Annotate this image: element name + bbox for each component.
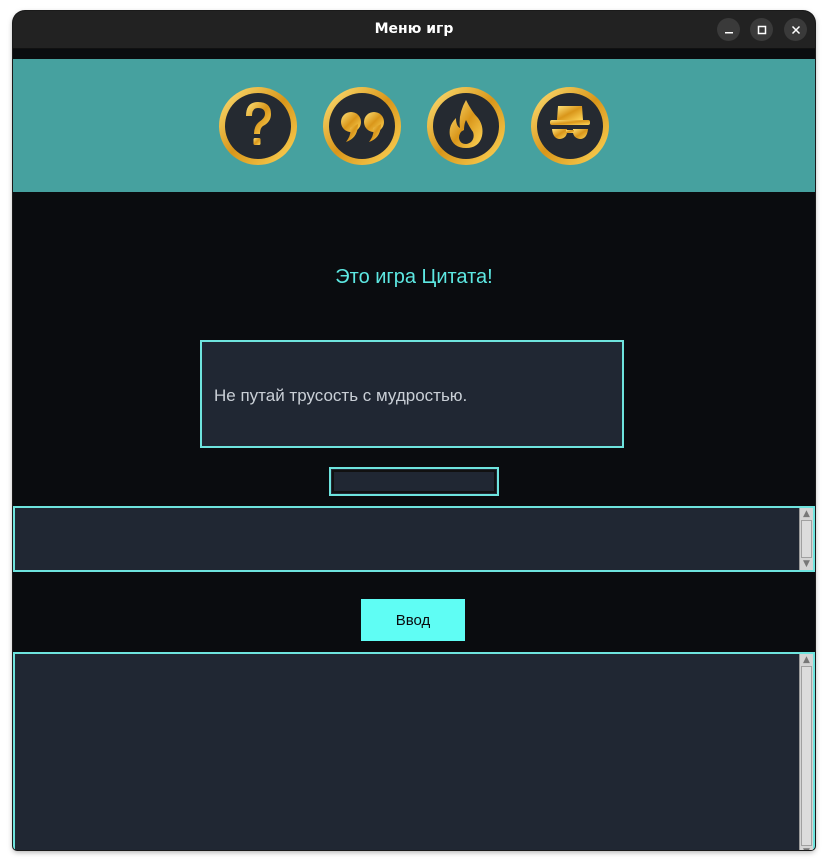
fire-icon bbox=[427, 87, 505, 165]
game-toolbar bbox=[13, 59, 815, 192]
game-heading: Это игра Цитата! bbox=[335, 266, 493, 288]
maximize-icon bbox=[757, 25, 766, 34]
submit-button[interactable]: Ввод bbox=[360, 598, 466, 642]
scroll-down-icon[interactable]: ▼ bbox=[800, 846, 813, 850]
output-textarea[interactable]: ▲ ▼ bbox=[13, 652, 815, 850]
menu-strip bbox=[13, 49, 815, 59]
quote-display: Не путай трусость с мудростью. bbox=[200, 340, 624, 448]
incognito-game-button[interactable] bbox=[530, 86, 610, 166]
question-mark-game-button[interactable] bbox=[218, 86, 298, 166]
answer-textarea[interactable]: ▲ ▼ bbox=[13, 506, 815, 572]
incognito-icon bbox=[531, 87, 609, 165]
small-input-field[interactable] bbox=[329, 467, 499, 496]
scroll-up-icon[interactable]: ▲ bbox=[800, 654, 813, 666]
fire-game-button[interactable] bbox=[426, 86, 506, 166]
close-icon bbox=[791, 25, 800, 34]
minimize-icon bbox=[724, 31, 733, 33]
close-button[interactable] bbox=[784, 18, 807, 41]
game-content: Это игра Цитата! Не путай трусость с муд… bbox=[13, 192, 815, 850]
minimize-button[interactable] bbox=[717, 18, 740, 41]
answer-scrollbar[interactable]: ▲ ▼ bbox=[799, 508, 813, 570]
scroll-down-icon[interactable]: ▼ bbox=[800, 558, 813, 570]
scrollbar-thumb[interactable] bbox=[801, 520, 812, 558]
title-bar[interactable]: Меню игр bbox=[13, 11, 815, 49]
quote-text: Не путай трусость с мудростью. bbox=[214, 386, 468, 405]
scrollbar-thumb[interactable] bbox=[801, 666, 812, 846]
scroll-up-icon[interactable]: ▲ bbox=[800, 508, 813, 520]
output-scrollbar[interactable]: ▲ ▼ bbox=[799, 654, 813, 850]
question-mark-icon bbox=[219, 87, 297, 165]
quote-icon bbox=[323, 87, 401, 165]
app-window: Меню игр Это игра Цитата! Не путай трусо… bbox=[13, 11, 815, 850]
quote-game-button[interactable] bbox=[322, 86, 402, 166]
maximize-button[interactable] bbox=[750, 18, 773, 41]
window-title: Меню игр bbox=[374, 21, 454, 37]
